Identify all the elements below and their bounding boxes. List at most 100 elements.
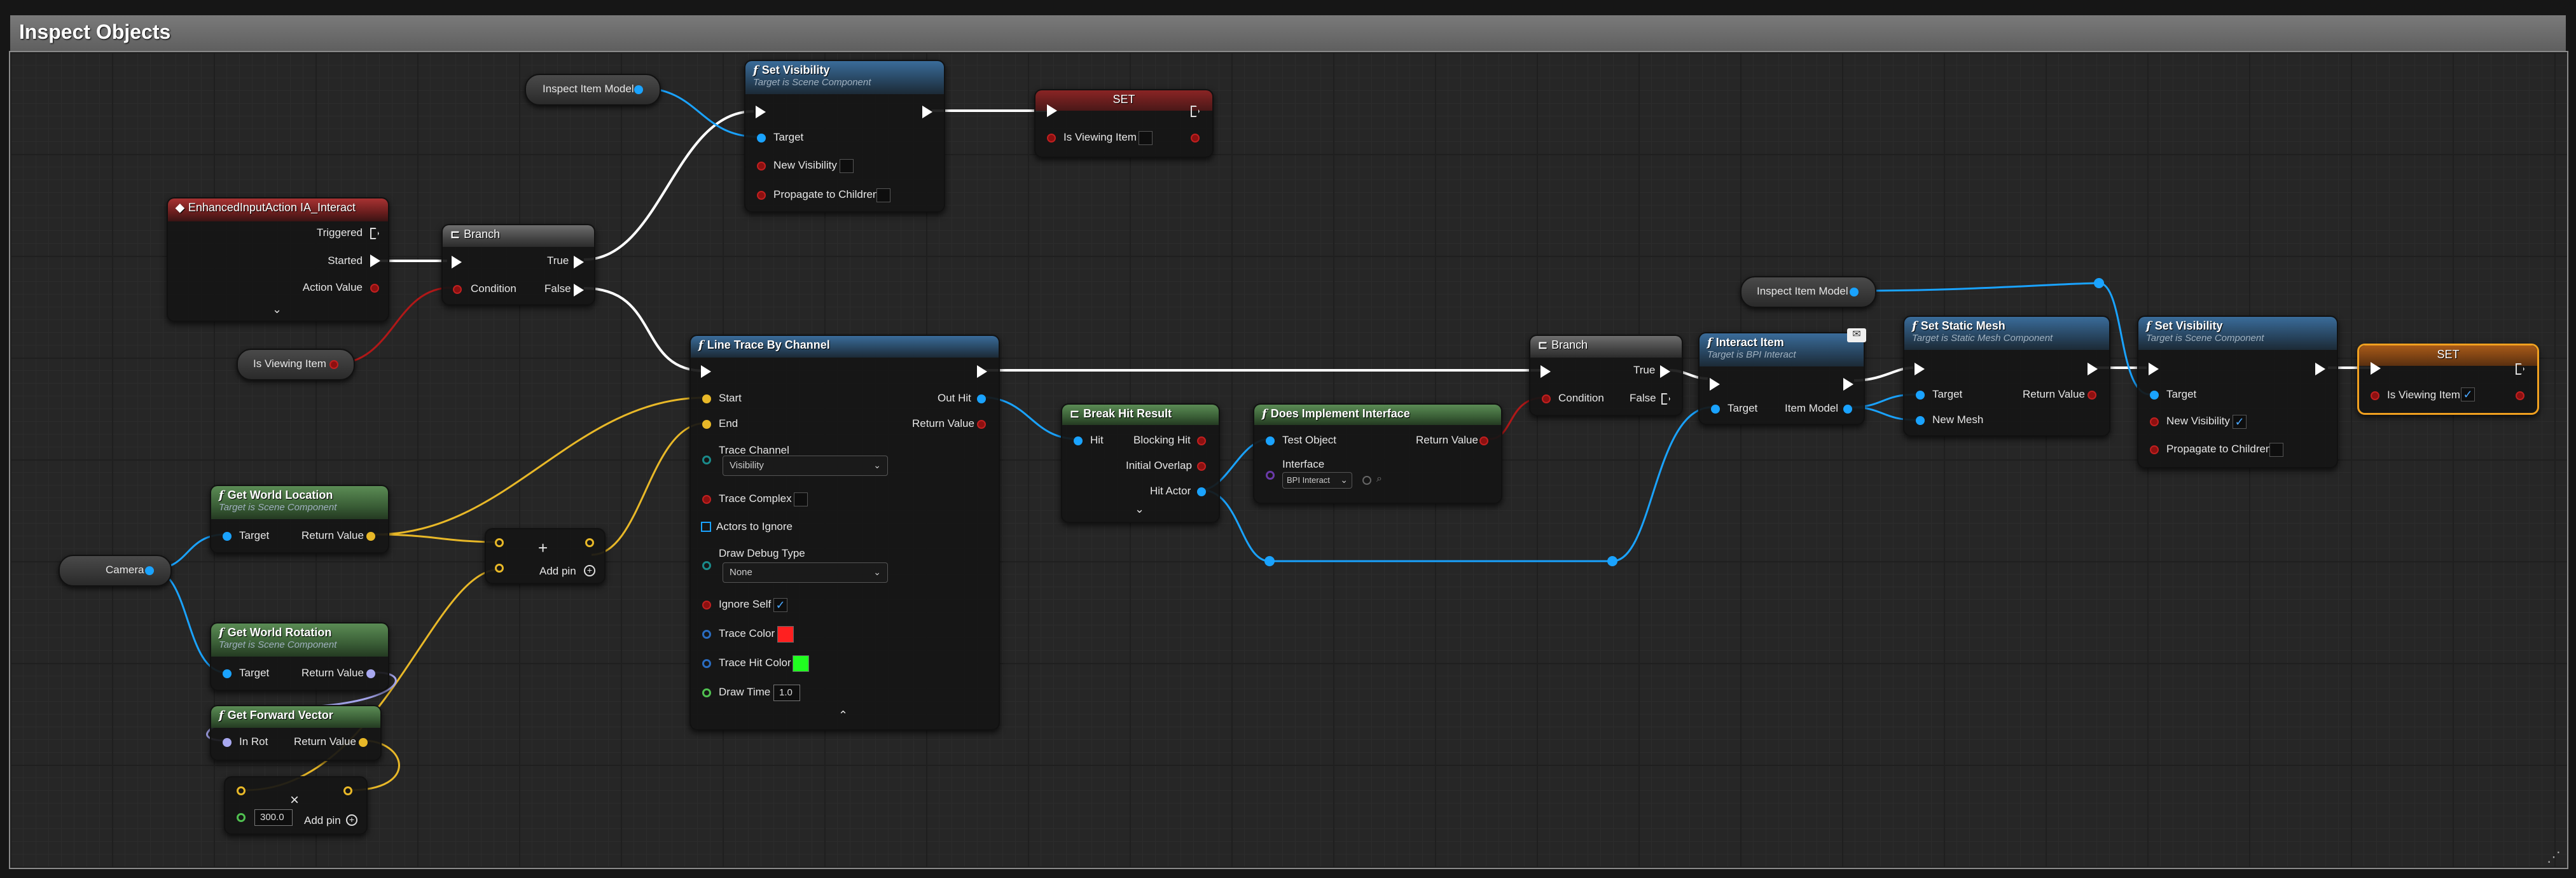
hit-actor-pin[interactable]	[1197, 487, 1206, 496]
triggered-exec-pin[interactable]	[370, 228, 379, 239]
target-pin[interactable]	[223, 532, 232, 541]
propagate-checkbox[interactable]	[2269, 443, 2283, 457]
result-pin[interactable]	[343, 786, 352, 795]
b-pin[interactable]	[495, 564, 504, 573]
in-rot-pin[interactable]	[223, 738, 232, 747]
exec-in-pin[interactable]	[701, 365, 711, 378]
true-exec-pin[interactable]	[1660, 365, 1670, 378]
return-value-pin[interactable]	[2088, 391, 2096, 400]
resize-grip-icon[interactable]: ⋰	[2547, 849, 2561, 865]
item-model-pin[interactable]	[1843, 405, 1852, 414]
search-icon[interactable]: ⌕	[1376, 473, 1382, 485]
set-is-viewing-item-node-2[interactable]: SET Is Viewing Item ✓	[2357, 344, 2539, 415]
exec-out-pin[interactable]	[977, 365, 987, 378]
new-visibility-pin[interactable]	[2150, 417, 2159, 426]
does-implement-interface-node[interactable]: f Does Implement Interface Test Object Re…	[1253, 403, 1502, 504]
target-pin[interactable]	[1711, 405, 1720, 414]
bool-pin[interactable]	[329, 360, 338, 369]
new-mesh-pin[interactable]	[1916, 416, 1925, 425]
new-visibility-checkbox[interactable]: ✓	[2233, 415, 2247, 429]
trace-hit-color-swatch[interactable]	[793, 655, 809, 672]
trace-complex-checkbox[interactable]	[794, 492, 808, 506]
trace-channel-pin[interactable]	[702, 456, 711, 464]
exec-out-pin[interactable]	[2088, 363, 2098, 375]
target-pin[interactable]	[2150, 391, 2159, 400]
propagate-checkbox[interactable]	[876, 188, 890, 202]
is-viewing-item-getter[interactable]: Is Viewing Item	[237, 349, 355, 380]
return-value-pin[interactable]	[977, 420, 986, 429]
out-hit-pin[interactable]	[977, 394, 986, 403]
camera-getter[interactable]: Camera	[59, 555, 172, 587]
get-world-location-node[interactable]: f Get World Location Target is Scene Comp…	[210, 485, 389, 554]
draw-debug-pin[interactable]	[702, 561, 711, 570]
return-value-pin[interactable]	[359, 738, 368, 747]
false-exec-pin[interactable]	[574, 284, 584, 296]
enhanced-input-action-event[interactable]: ◆ EnhancedInputAction IA_Interact Trigger…	[167, 197, 389, 322]
object-pin[interactable]	[145, 566, 154, 575]
bool-out-pin[interactable]	[2516, 391, 2524, 400]
multiplier-input[interactable]: 300.0	[254, 809, 293, 826]
propagate-pin[interactable]	[757, 191, 766, 200]
exec-in-pin[interactable]	[1047, 104, 1057, 117]
use-selected-icon[interactable]	[1362, 476, 1371, 485]
condition-pin[interactable]	[453, 285, 462, 294]
a-pin[interactable]	[495, 538, 504, 547]
line-trace-by-channel-node[interactable]: f Line Trace By Channel Start Out Hit End…	[689, 335, 1000, 730]
hit-pin[interactable]	[1074, 436, 1083, 445]
false-exec-pin[interactable]	[1661, 393, 1670, 405]
exec-out-pin[interactable]	[2315, 363, 2325, 375]
action-value-pin[interactable]	[370, 284, 379, 293]
set-is-viewing-item-node[interactable]: SET Is Viewing Item	[1034, 89, 1214, 158]
set-visibility-node-2[interactable]: f Set Visibility Target is Scene Componen…	[2137, 316, 2338, 468]
true-exec-pin[interactable]	[574, 256, 584, 268]
trace-color-pin[interactable]	[702, 630, 711, 639]
target-pin[interactable]	[1916, 391, 1925, 400]
trace-complex-pin[interactable]	[702, 495, 711, 504]
bool-in-pin[interactable]	[2371, 391, 2379, 400]
return-value-pin[interactable]	[366, 532, 375, 541]
object-pin[interactable]	[634, 85, 643, 94]
exec-out-pin[interactable]	[1843, 378, 1853, 391]
exec-in-pin[interactable]	[1710, 378, 1720, 391]
return-value-pin[interactable]	[366, 669, 375, 678]
interface-pin[interactable]	[1266, 471, 1275, 480]
branch-node-2[interactable]: ⊏ Branch True Condition False	[1529, 335, 1683, 416]
interface-dropdown[interactable]: BPI Interact ⌄	[1282, 472, 1352, 489]
started-exec-pin[interactable]	[370, 254, 380, 267]
exec-in-pin[interactable]	[2371, 362, 2381, 375]
trace-color-swatch[interactable]	[777, 626, 794, 643]
ignore-self-checkbox[interactable]: ✓	[773, 598, 787, 612]
draw-time-pin[interactable]	[702, 688, 711, 697]
start-pin[interactable]	[702, 394, 711, 403]
get-forward-vector-node[interactable]: f Get Forward Vector In Rot Return Value	[210, 705, 382, 761]
reroute-node[interactable]	[1264, 556, 1275, 566]
new-visibility-checkbox[interactable]	[840, 159, 854, 173]
trace-hit-color-pin[interactable]	[702, 659, 711, 668]
draw-debug-dropdown[interactable]: None ⌄	[723, 562, 888, 583]
multiply-node[interactable]: × 300.0 Add pin +	[224, 776, 368, 835]
value-checkbox[interactable]: ✓	[2461, 387, 2475, 401]
add-pin-icon[interactable]: +	[346, 814, 357, 826]
interact-item-node[interactable]: f Interact Item Target is BPI Interact ✉ …	[1698, 328, 1866, 425]
add-pin-icon[interactable]: +	[584, 565, 595, 576]
exec-in-pin[interactable]	[2149, 363, 2159, 375]
bool-in-pin[interactable]	[1047, 134, 1056, 143]
get-world-rotation-node[interactable]: f Get World Rotation Target is Scene Comp…	[210, 622, 389, 691]
blocking-hit-pin[interactable]	[1197, 436, 1206, 445]
expand-chevron[interactable]: ⌄	[272, 303, 282, 316]
inspect-item-model-getter[interactable]: Inspect Item Model	[525, 74, 661, 106]
new-visibility-pin[interactable]	[757, 162, 766, 171]
ignore-self-pin[interactable]	[702, 601, 711, 610]
add-vector-node[interactable]: + Add pin +	[485, 528, 606, 584]
exec-out-pin[interactable]	[922, 106, 932, 118]
set-static-mesh-node[interactable]: f Set Static Mesh Target is Static Mesh C…	[1903, 316, 2110, 436]
object-pin[interactable]	[1850, 288, 1859, 296]
inspect-item-model-getter-2[interactable]: Inspect Item Model	[1740, 276, 1876, 308]
collapse-chevron[interactable]: ⌃	[838, 709, 848, 722]
break-hit-result-node[interactable]: ⊏ Break Hit Result Hit Blocking Hit Initi…	[1061, 403, 1220, 523]
trace-channel-dropdown[interactable]: Visibility ⌄	[723, 456, 888, 476]
propagate-pin[interactable]	[2150, 445, 2159, 454]
return-value-pin[interactable]	[1479, 436, 1488, 445]
a-pin[interactable]	[237, 786, 246, 795]
bool-out-pin[interactable]	[1191, 134, 1200, 143]
